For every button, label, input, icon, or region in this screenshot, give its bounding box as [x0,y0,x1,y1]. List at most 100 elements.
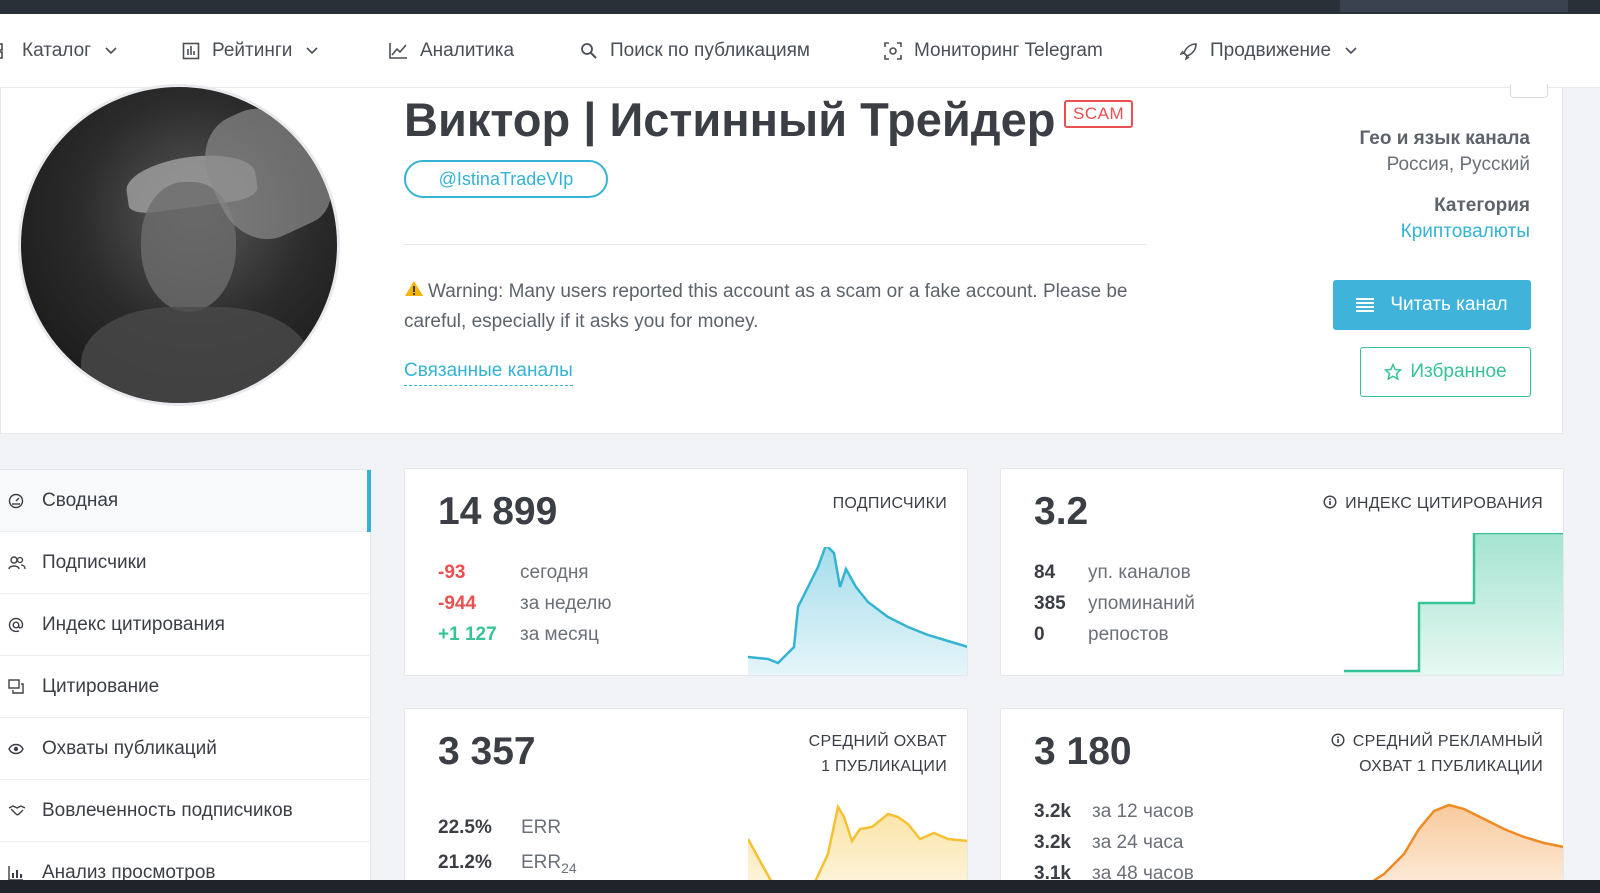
reach-label-line2: 1 ПУБЛИКАЦИИ [821,758,947,775]
subscribers-month-label: за месяц [520,624,599,645]
top-navbar: Каталог Рейтинги Аналитика Поиск по публ… [0,14,1600,88]
err24-label: ERR [521,852,562,873]
subscribers-month-value: +1 127 [438,624,497,645]
nav-search-publications[interactable]: Поиск по публикациям [580,14,810,88]
subscribers-week-label: за неделю [520,593,612,614]
citation-channels-row: 84 уп. каналов [1034,562,1191,584]
warning-icon [404,277,424,307]
nav-promotion-label: Продвижение [1210,40,1332,61]
favorite-button[interactable]: Избранное [1360,347,1531,397]
citation-mentions-row: 385 упоминаний [1034,593,1195,615]
citation-reposts-value: 0 [1034,624,1045,645]
line-chart-icon [389,43,407,59]
channel-avatar [18,84,340,406]
err24-value: 21.2% [438,852,492,873]
nav-analytics-label: Аналитика [420,40,515,61]
nav-monitoring-label: Мониторинг Telegram [914,40,1103,61]
ad-reach-card[interactable]: 3 180 СРЕДНИЙ РЕКЛАМНЫЙ ОХВАТ 1 ПУБЛИКАЦИ… [1000,708,1564,893]
read-channel-label: Читать канал [1390,294,1508,315]
eye-icon [8,743,24,754]
subscribers-week-value: -944 [438,593,477,614]
reach-label: СРЕДНИЙ ОХВАТ 1 ПУБЛИКАЦИИ [809,729,947,779]
read-channel-button[interactable]: Читать канал [1333,280,1531,330]
related-channels-link[interactable]: Связанные каналы [404,360,573,386]
citation-reposts-label: репостов [1088,624,1169,645]
top-strip-block [1340,0,1568,12]
sidebar-item-subscribers[interactable]: Подписчики [0,532,371,594]
more-options-button[interactable] [1510,84,1548,98]
sidebar-item-citation-index[interactable]: Индекс цитирования [0,594,371,656]
ad-reach-24h-row: 3.2k за 24 часа [1034,832,1184,854]
geo-value: Россия, Русский [1386,154,1530,175]
reach-label-line1: СРЕДНИЙ ОХВАТ [808,733,947,750]
sidebar-item-label: Вовлеченность подписчиков [42,799,293,821]
subscribers-today-label: сегодня [520,562,589,583]
subscribers-today-value: -93 [438,562,466,583]
citation-index-value: 3.2 [1034,490,1089,533]
browser-top-strip [0,0,1600,14]
citation-mentions-label: упоминаний [1088,593,1195,614]
grid-icon [0,43,3,59]
sidebar-item-engagement[interactable]: Вовлеченность подписчиков [0,780,371,842]
citation-reposts-row: 0 репостов [1034,624,1169,646]
sidebar-item-reach[interactable]: Охваты публикаций [0,718,371,780]
nav-analytics[interactable]: Аналитика [388,14,514,88]
category-link[interactable]: Криптовалюты [1401,221,1530,243]
channel-handle-button[interactable]: @IstinaTradeVIp [404,160,608,198]
dashboard-icon [8,493,24,508]
nav-ratings[interactable]: Рейтинги [182,14,318,88]
handshake-icon [8,804,26,815]
err-row: 22.5% ERR [438,817,561,839]
quote-icon [8,678,24,694]
subscribers-month-row: +1 127 за месяц [438,624,599,646]
scam-badge: SCAM [1064,100,1134,128]
sidebar-item-citation[interactable]: Цитирование [0,656,371,718]
citation-step-chart [1344,533,1563,675]
ad-reach-24h-value: 3.2k [1034,832,1071,853]
nav-catalog-label: Каталог [22,40,92,61]
citation-index-card[interactable]: 3.2 ИНДЕКС ЦИТИРОВАНИЯ 84 уп. каналов 385… [1000,468,1564,676]
sidebar-item-label: Индекс цитирования [42,613,225,635]
ad-reach-12h-value: 3.2k [1034,801,1071,822]
citation-index-label: ИНДЕКС ЦИТИРОВАНИЯ [1323,491,1543,516]
nav-promotion[interactable]: Продвижение [1180,14,1357,88]
channel-title: Виктор | Истинный Трейдер [404,93,1056,146]
nav-search-label: Поиск по публикациям [610,40,810,61]
nav-ratings-label: Рейтинги [212,40,293,61]
sidebar-item-summary[interactable]: Сводная [0,470,371,532]
subscribers-card[interactable]: 14 899 ПОДПИСЧИКИ -93 сегодня -944 за неде… [404,468,968,676]
err-label: ERR [521,817,562,838]
nav-catalog[interactable]: Каталог [0,14,117,88]
sidebar-item-label: Охваты публикаций [42,737,217,759]
avatar-body-shape [81,307,311,403]
sidebar-item-label: Цитирование [42,675,160,697]
warning-text: Warning: Many users reported this accoun… [404,281,1128,332]
table-icon [182,42,200,60]
chevron-down-icon [105,47,117,55]
ad-reach-label: СРЕДНИЙ РЕКЛАМНЫЙ ОХВАТ 1 ПУБЛИКАЦИИ [1331,729,1543,779]
bar-chart-icon [8,865,23,881]
header-divider [404,244,1147,245]
rocket-icon [1180,43,1197,60]
subscribers-today-row: -93 сегодня [438,562,589,584]
chevron-down-icon [1345,47,1357,55]
citation-mentions-value: 385 [1034,593,1066,614]
category-label: Категория [1434,195,1530,216]
chevron-down-icon [306,47,318,55]
ad-reach-value: 3 180 [1034,730,1132,773]
reach-card[interactable]: 3 357 СРЕДНИЙ ОХВАТ 1 ПУБЛИКАЦИИ 22.5% ERR… [404,708,968,893]
ad-reach-label-line1: СРЕДНИЙ РЕКЛАМНЫЙ [1352,733,1543,750]
info-icon [1323,495,1337,509]
sidebar-menu: Сводная Подписчики Индекс цитирования Ци… [0,469,371,893]
users-icon [8,555,26,569]
err24-subscript: 24 [561,859,577,876]
nav-monitoring[interactable]: Мониторинг Telegram [884,14,1103,88]
subscribers-count: 14 899 [438,490,558,533]
info-icon [1331,733,1345,747]
err24-row: 21.2% ERR24 [438,852,577,876]
reach-value: 3 357 [438,730,536,773]
bottom-edge-bar [0,880,1600,893]
reach-sparkline [748,803,967,892]
scan-icon [884,42,902,60]
ad-reach-24h-label: за 24 часа [1092,832,1184,853]
